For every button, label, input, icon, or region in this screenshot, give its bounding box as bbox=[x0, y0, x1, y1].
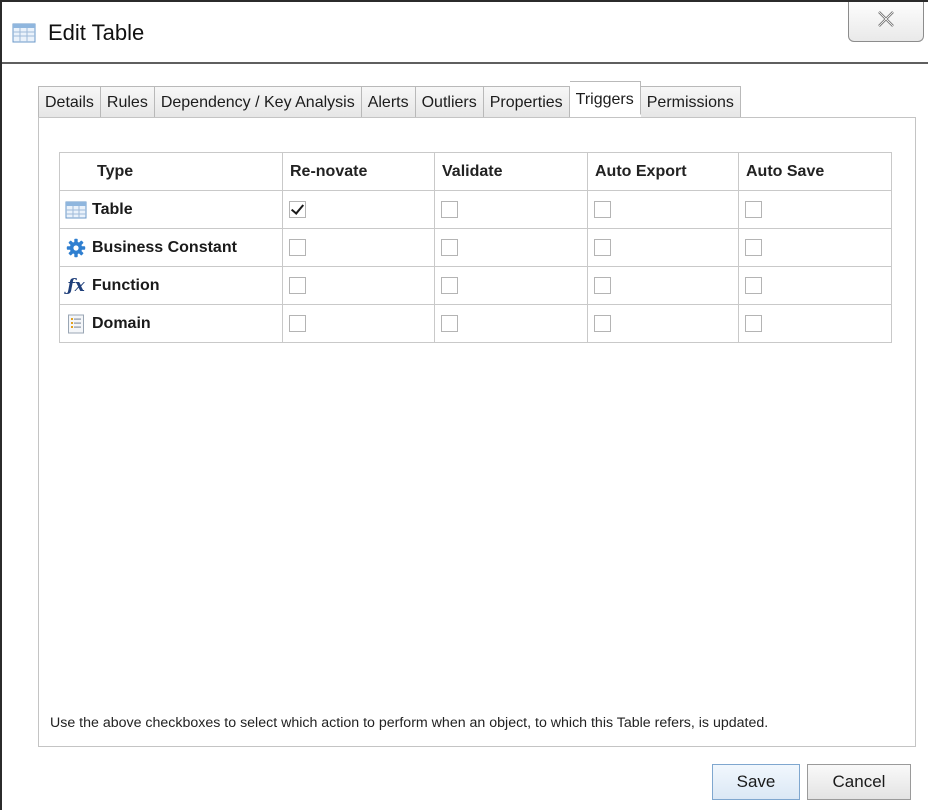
column-header-type[interactable]: Type bbox=[59, 152, 283, 191]
table-icon bbox=[12, 23, 36, 43]
tab-details[interactable]: Details bbox=[38, 86, 101, 118]
close-icon bbox=[875, 10, 897, 33]
domain-renovate-checkbox[interactable] bbox=[289, 314, 306, 332]
column-header-validate[interactable]: Validate bbox=[434, 152, 588, 191]
domain-auto-save-checkbox[interactable] bbox=[745, 314, 762, 332]
grid-header-row: Type Re-novate Validate Auto Export Auto… bbox=[59, 152, 892, 191]
row-type-label: Domain bbox=[92, 314, 151, 332]
tab-bar: Details Rules Dependency / Key Analysis … bbox=[38, 81, 741, 118]
tab-outliers[interactable]: Outliers bbox=[415, 86, 484, 118]
business-constant-auto-save-checkbox[interactable] bbox=[745, 238, 762, 256]
table-auto-save-checkbox[interactable] bbox=[745, 200, 762, 218]
tab-permissions[interactable]: Permissions bbox=[640, 86, 741, 118]
table-validate-checkbox[interactable] bbox=[441, 200, 458, 218]
function-validate-checkbox[interactable] bbox=[441, 276, 458, 294]
domain-validate-checkbox[interactable] bbox=[441, 314, 458, 332]
column-header-renovate[interactable]: Re-novate bbox=[282, 152, 435, 191]
function-renovate-checkbox[interactable] bbox=[289, 276, 306, 294]
edit-table-dialog: Edit Table Details Rules Dependency / Ke… bbox=[0, 0, 928, 810]
row-type-label: Table bbox=[92, 200, 133, 218]
row-type-label: Business Constant bbox=[92, 238, 237, 256]
column-header-auto-export[interactable]: Auto Export bbox=[587, 152, 739, 191]
cancel-button[interactable]: Cancel bbox=[807, 764, 911, 800]
column-header-auto-save[interactable]: Auto Save bbox=[738, 152, 892, 191]
tab-properties[interactable]: Properties bbox=[483, 86, 570, 118]
row-type-label: Function bbox=[92, 276, 160, 294]
close-button[interactable] bbox=[848, 2, 924, 42]
tab-alerts[interactable]: Alerts bbox=[361, 86, 416, 118]
tab-rules[interactable]: Rules bbox=[100, 86, 155, 118]
triggers-grid: Type Re-novate Validate Auto Export Auto… bbox=[59, 152, 892, 343]
window-title: Edit Table bbox=[48, 20, 145, 45]
business-constant-auto-export-checkbox[interactable] bbox=[594, 238, 611, 256]
triggers-panel: Type Re-novate Validate Auto Export Auto… bbox=[38, 117, 916, 747]
function-fx-icon: ƒx bbox=[67, 275, 85, 296]
domain-auto-export-checkbox[interactable] bbox=[594, 314, 611, 332]
title-bar: Edit Table bbox=[2, 2, 928, 64]
table-row: ƒx Function bbox=[59, 266, 892, 305]
tab-triggers[interactable]: Triggers bbox=[569, 81, 641, 115]
save-button[interactable]: Save bbox=[712, 764, 800, 800]
business-constant-renovate-checkbox[interactable] bbox=[289, 238, 306, 256]
table-auto-export-checkbox[interactable] bbox=[594, 200, 611, 218]
table-renovate-checkbox[interactable] bbox=[289, 200, 306, 218]
triggers-hint-text: Use the above checkboxes to select which… bbox=[50, 715, 769, 731]
domain-list-icon bbox=[65, 314, 87, 334]
function-auto-export-checkbox[interactable] bbox=[594, 276, 611, 294]
tab-dependency-key-analysis[interactable]: Dependency / Key Analysis bbox=[154, 86, 362, 118]
business-constant-validate-checkbox[interactable] bbox=[441, 238, 458, 256]
table-row: Table bbox=[59, 190, 892, 229]
function-auto-save-checkbox[interactable] bbox=[745, 276, 762, 294]
table-row: Domain bbox=[59, 304, 892, 343]
gear-icon bbox=[65, 238, 87, 258]
table-row: Business Constant bbox=[59, 228, 892, 267]
table-icon bbox=[65, 200, 87, 220]
